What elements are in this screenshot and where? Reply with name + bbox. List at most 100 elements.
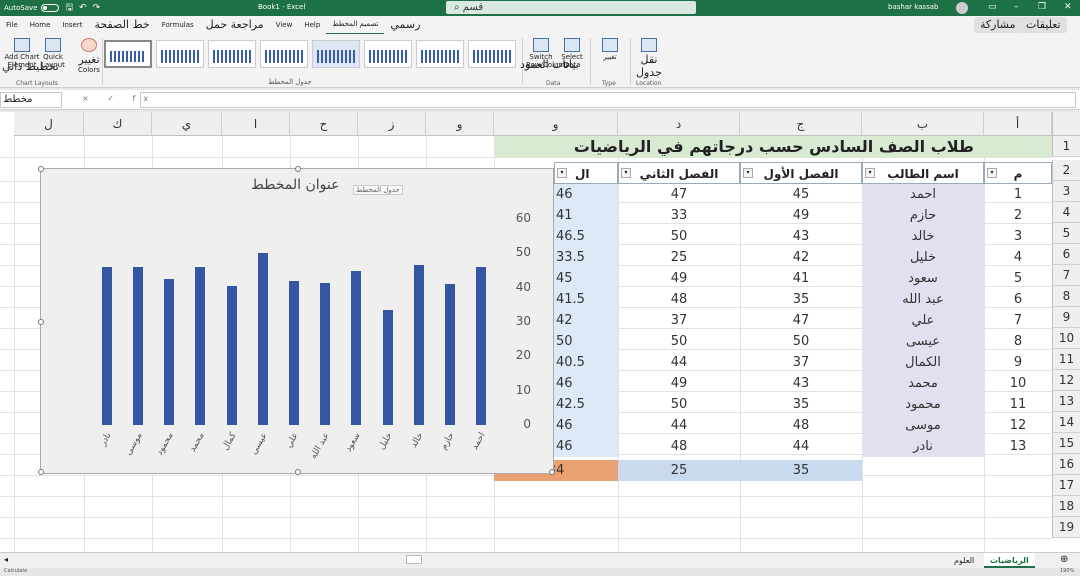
move-chart-button[interactable]: نقل جدول bbox=[634, 38, 664, 79]
cell-name[interactable]: محمد bbox=[862, 373, 984, 394]
header-num[interactable]: ▾ م bbox=[984, 162, 1052, 184]
cell-name[interactable]: علي bbox=[862, 310, 984, 331]
header-term1[interactable]: ▾ الفصل الأول bbox=[740, 162, 862, 184]
row-header[interactable]: 1 bbox=[1052, 136, 1080, 157]
cell-num[interactable]: 7 bbox=[984, 310, 1052, 331]
cell-t1[interactable]: 48 bbox=[740, 415, 862, 436]
column-header[interactable]: ا bbox=[222, 112, 290, 136]
cell-t2[interactable]: 48 bbox=[618, 436, 740, 457]
change-colors-button[interactable]: تغيير Colors bbox=[74, 38, 104, 74]
chart-style-1[interactable] bbox=[104, 40, 152, 68]
comments-button[interactable]: تعليقات bbox=[1020, 17, 1067, 33]
cell-t2[interactable]: 44 bbox=[618, 352, 740, 373]
row-header[interactable]: 11 bbox=[1052, 349, 1080, 370]
filter-dropdown-icon[interactable]: ▾ bbox=[557, 168, 567, 178]
filter-dropdown-icon[interactable]: ▾ bbox=[743, 168, 753, 178]
cell-name[interactable]: موسى bbox=[862, 415, 984, 436]
share-button[interactable]: مشاركة bbox=[974, 17, 1022, 33]
cell-name[interactable]: احمد bbox=[862, 184, 984, 205]
tab-view[interactable]: View bbox=[270, 16, 299, 34]
chart-style-3[interactable] bbox=[208, 40, 256, 68]
bar-chart[interactable]: عنوان المخطط جدول المخطط 0 10 20 30 40 50 60 اح… bbox=[38, 166, 555, 475]
column-header[interactable]: أ bbox=[984, 112, 1052, 136]
cell-t2[interactable]: 44 bbox=[618, 415, 740, 436]
column-header[interactable]: و bbox=[494, 112, 618, 136]
row-header[interactable]: 17 bbox=[1052, 475, 1080, 496]
cell-total[interactable]: 45 bbox=[554, 268, 618, 289]
cell-total[interactable]: 41.5 bbox=[554, 289, 618, 310]
row-header[interactable]: 5 bbox=[1052, 223, 1080, 244]
autosave-toggle[interactable] bbox=[41, 4, 60, 12]
sheet-tab-science[interactable]: العلوم bbox=[948, 553, 980, 568]
chart-bar[interactable] bbox=[257, 253, 268, 425]
row-header[interactable]: 9 bbox=[1052, 307, 1080, 328]
chart-bar[interactable] bbox=[445, 284, 456, 425]
column-header[interactable]: ح bbox=[290, 112, 358, 136]
column-header[interactable]: ك bbox=[84, 112, 152, 136]
cell-total[interactable]: 46 bbox=[554, 436, 618, 457]
cell-num[interactable]: 9 bbox=[984, 352, 1052, 373]
chart-bar[interactable] bbox=[289, 280, 299, 425]
row-header[interactable]: 2 bbox=[1052, 160, 1080, 181]
undo-icon[interactable]: ↶ bbox=[79, 3, 87, 13]
chart-style-4[interactable] bbox=[260, 40, 308, 68]
cell-t1[interactable]: 42 bbox=[740, 247, 862, 268]
select-all-corner[interactable] bbox=[1052, 112, 1080, 136]
cell-num[interactable]: 12 bbox=[984, 415, 1052, 436]
cell-num[interactable]: 6 bbox=[984, 289, 1052, 310]
resize-handle[interactable] bbox=[295, 166, 301, 172]
cell-total[interactable]: 40.5 bbox=[554, 352, 618, 373]
column-header[interactable]: ل bbox=[14, 112, 84, 136]
chart-bar[interactable] bbox=[226, 285, 237, 425]
cell-t1[interactable]: 44 bbox=[740, 436, 862, 457]
row-header[interactable]: 4 bbox=[1052, 202, 1080, 223]
cell-t2[interactable]: 25 bbox=[618, 247, 740, 268]
redo-icon[interactable]: ↷ bbox=[93, 3, 101, 13]
column-header[interactable]: ب bbox=[862, 112, 984, 136]
cell-t1[interactable]: 35 bbox=[740, 289, 862, 310]
table-title[interactable]: طلاب الصف السادس حسب درجاتهم في الرياضيا… bbox=[494, 136, 1052, 158]
cell-name[interactable]: خالد bbox=[862, 226, 984, 247]
add-sheet-icon[interactable]: ⊕ bbox=[1060, 554, 1068, 565]
row-header[interactable]: 16 bbox=[1052, 454, 1080, 475]
tab-home[interactable]: Home bbox=[24, 16, 57, 34]
column-header[interactable]: ي bbox=[152, 112, 222, 136]
filter-dropdown-icon[interactable]: ▾ bbox=[621, 168, 631, 178]
ribbon-display-icon[interactable]: ▭ bbox=[988, 2, 997, 12]
cell-t1[interactable]: 43 bbox=[740, 226, 862, 247]
header-term2[interactable]: ▾ الفصل الثاني bbox=[618, 162, 740, 184]
cell-name[interactable]: خليل bbox=[862, 247, 984, 268]
row-header[interactable]: 15 bbox=[1052, 433, 1080, 454]
chart-bar[interactable] bbox=[320, 282, 331, 425]
footer-cell-t2[interactable]: 25 bbox=[618, 460, 740, 481]
tab-chart-design[interactable]: تصميم المخطط bbox=[326, 15, 385, 35]
avatar[interactable] bbox=[956, 2, 968, 14]
row-header[interactable]: 12 bbox=[1052, 370, 1080, 391]
chart-bar[interactable] bbox=[476, 267, 487, 425]
cell-t1[interactable]: 41 bbox=[740, 268, 862, 289]
resize-handle[interactable] bbox=[549, 469, 555, 475]
cancel-icon[interactable]: × bbox=[82, 94, 97, 103]
tab-review[interactable]: مراجعة حمل bbox=[200, 16, 270, 34]
tab-page-layout[interactable]: خط الصفحة bbox=[88, 16, 155, 34]
row-header[interactable]: 19 bbox=[1052, 517, 1080, 538]
cell-name[interactable]: الكمال bbox=[862, 352, 984, 373]
sheet-tab-math[interactable]: الرياضيات bbox=[984, 553, 1035, 568]
scroll-left-icon[interactable]: ◂ bbox=[4, 555, 8, 564]
cell-num[interactable]: 10 bbox=[984, 373, 1052, 394]
column-header[interactable]: ج bbox=[740, 112, 862, 136]
cell-total[interactable]: 46.5 bbox=[554, 226, 618, 247]
chart-style-8[interactable] bbox=[468, 40, 516, 68]
cell-name[interactable]: عبد الله bbox=[862, 289, 984, 310]
chart-bar[interactable] bbox=[351, 270, 362, 425]
user-name[interactable]: bashar kassab bbox=[888, 3, 938, 11]
cell-name[interactable]: سعود bbox=[862, 268, 984, 289]
cell-num[interactable]: 1 bbox=[984, 184, 1052, 205]
column-header[interactable]: د bbox=[618, 112, 740, 136]
header-name[interactable]: ▾ اسم الطالب bbox=[862, 162, 984, 184]
cell-total[interactable]: 42.5 bbox=[554, 394, 618, 415]
row-header[interactable]: 14 bbox=[1052, 412, 1080, 433]
row-header[interactable]: 3 bbox=[1052, 181, 1080, 202]
cell-total[interactable]: 33.5 bbox=[554, 247, 618, 268]
tab-formulas[interactable]: Formulas bbox=[156, 16, 200, 34]
